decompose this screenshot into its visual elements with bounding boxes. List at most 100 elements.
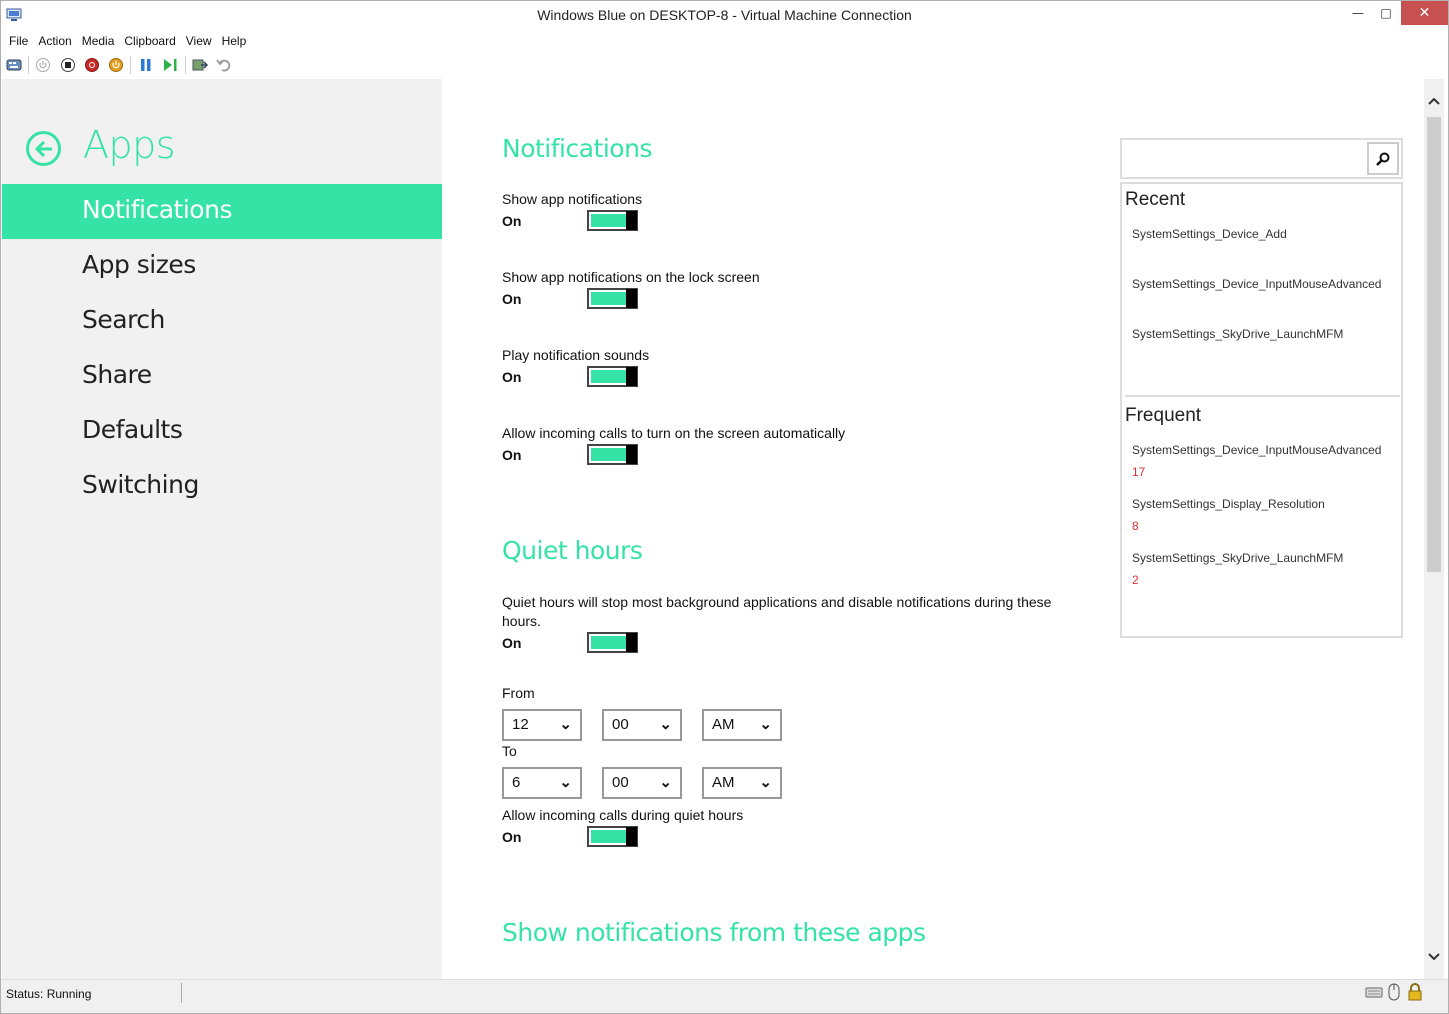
from-minute-select[interactable]: 00 ⌄ [602,709,682,741]
to-minute-value: 00 [612,774,629,791]
power-icon[interactable] [107,56,125,74]
toggle-state: On [502,635,522,651]
to-label: To [502,743,517,759]
from-hour-value: 12 [512,716,529,733]
to-ampm-select[interactable]: AM ⌄ [702,767,782,799]
nav-item-switching[interactable]: Switching [2,459,442,514]
nav-item-share[interactable]: Share [2,349,442,404]
quiet-hours-description: Quiet hours will stop most background ap… [502,594,1052,629]
vm-connection-window: Windows Blue on DESKTOP-8 - Virtual Mach… [0,0,1449,1014]
menu-view[interactable]: View [181,32,217,52]
scroll-down-icon[interactable] [1424,947,1444,967]
from-ampm-value: AM [712,716,735,733]
lock-screen-notifications-toggle[interactable] [587,288,638,309]
menu-clipboard[interactable]: Clipboard [119,32,180,52]
window-title: Windows Blue on DESKTOP-8 - Virtual Mach… [537,7,912,23]
search-input[interactable] [1124,142,1364,175]
lock-icon [1407,983,1423,1005]
quiet-hours-toggle[interactable] [587,632,638,653]
apps-notifications-heading: Show notifications from these apps [502,918,926,947]
toolbar-separator [28,56,29,74]
toggle-state: On [502,291,522,307]
toggle-state: On [502,369,522,385]
from-hour-select[interactable]: 12 ⌄ [502,709,582,741]
chevron-down-icon: ⌄ [659,774,672,791]
frequent-item[interactable]: SystemSettings_SkyDrive_LaunchMFM [1132,551,1343,565]
pause-icon[interactable] [137,56,155,74]
menu-action[interactable]: Action [33,32,76,52]
nav-item-search[interactable]: Search [2,294,442,349]
status-separator [181,983,182,1003]
menu-file[interactable]: File [4,32,33,52]
title-bar: Windows Blue on DESKTOP-8 - Virtual Mach… [1,1,1448,32]
toggle-state: On [502,447,522,463]
from-minute-value: 00 [612,716,629,733]
menu-bar: File Action Media Clipboard View Help [1,32,1448,52]
frequent-count: 2 [1132,573,1139,587]
settings-search-box [1120,138,1403,179]
setting-label: Show app notifications on the lock scree… [502,269,760,285]
incoming-calls-screen-toggle[interactable] [587,444,638,465]
chevron-down-icon: ⌄ [759,774,772,791]
settings-content: Notifications Show app notifications On … [442,79,1424,979]
frequent-heading: Frequent [1125,405,1202,426]
recent-item[interactable]: SystemSettings_Device_InputMouseAdvanced [1132,277,1381,291]
from-label: From [502,685,535,701]
to-ampm-value: AM [712,774,735,791]
maximize-button[interactable]: □ [1373,1,1399,25]
search-history-panel: Recent SystemSettings_Device_Add SystemS… [1120,182,1403,638]
turn-off-icon[interactable] [59,56,77,74]
chevron-down-icon: ⌄ [759,716,772,733]
recent-item[interactable]: SystemSettings_SkyDrive_LaunchMFM [1132,327,1343,341]
ctrl-alt-del-icon[interactable] [5,56,23,74]
to-hour-value: 6 [512,774,521,791]
menu-help[interactable]: Help [217,32,252,52]
nav-item-defaults[interactable]: Defaults [2,404,442,459]
scroll-up-icon[interactable] [1424,91,1444,111]
close-button[interactable]: ✕ [1401,1,1448,25]
frequent-count: 8 [1132,519,1139,533]
revert-icon[interactable] [215,56,233,74]
setting-label: Allow incoming calls to turn on the scre… [502,425,846,441]
resume-icon[interactable] [161,56,179,74]
minimize-button[interactable]: — [1345,1,1371,25]
back-arrow-icon[interactable] [26,131,61,166]
status-bar: Status: Running [1,979,1448,1013]
show-app-notifications-toggle[interactable] [587,210,638,231]
keyboard-icon [1365,983,1383,1002]
quiet-hours-calls-label: Allow incoming calls during quiet hours [502,807,744,823]
frequent-item[interactable]: SystemSettings_Display_Resolution [1132,497,1325,511]
notification-sounds-toggle[interactable] [587,366,638,387]
start-icon[interactable] [34,56,52,74]
notifications-heading: Notifications [502,134,652,163]
menu-media[interactable]: Media [77,32,120,52]
to-minute-select[interactable]: 00 ⌄ [602,767,682,799]
panel-divider [1125,395,1400,397]
nav-item-app-sizes[interactable]: App sizes [2,239,442,294]
shutdown-icon[interactable] [83,56,101,74]
frequent-item[interactable]: SystemSettings_Device_InputMouseAdvanced [1132,443,1381,457]
setting-label: Play notification sounds [502,347,650,363]
checkpoint-icon[interactable] [191,56,209,74]
recent-item[interactable]: SystemSettings_Device_Add [1132,227,1287,241]
quiet-hours-calls-toggle[interactable] [587,826,638,847]
chevron-down-icon: ⌄ [559,716,572,733]
quiet-hours-heading: Quiet hours [502,536,643,565]
toggle-state: On [502,213,522,229]
nav-item-notifications[interactable]: Notifications [2,184,442,239]
mouse-icon [1388,983,1400,1005]
chevron-down-icon: ⌄ [659,716,672,733]
to-hour-select[interactable]: 6 ⌄ [502,767,582,799]
search-icon[interactable] [1367,142,1399,175]
toolbar [1,53,1448,78]
toolbar-separator [130,56,131,74]
frequent-count: 17 [1132,465,1146,479]
toolbar-separator [185,56,186,74]
chevron-down-icon: ⌄ [559,774,572,791]
page-title: Apps [83,123,176,167]
recent-heading: Recent [1125,189,1186,210]
setting-label: Show app notifications [502,191,643,207]
from-ampm-select[interactable]: AM ⌄ [702,709,782,741]
scroll-thumb[interactable] [1427,117,1441,572]
vertical-scrollbar[interactable] [1424,79,1444,979]
